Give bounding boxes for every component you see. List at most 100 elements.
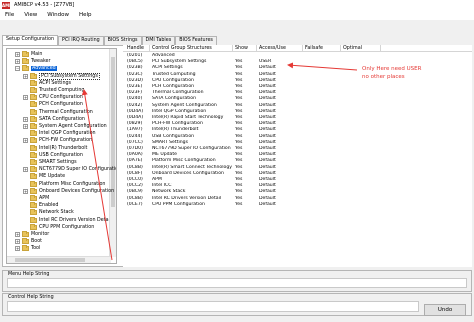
folder-icon — [22, 245, 29, 252]
column-header-failsafe[interactable]: Failsafe — [303, 45, 341, 52]
tree-item-label: Monitor — [31, 232, 50, 237]
folder-icon — [30, 151, 37, 158]
tree-item-intel-r-thunderbolt[interactable]: Intel(R) Thunderbolt — [23, 144, 88, 152]
folder-icon — [30, 108, 37, 115]
tree-vertical-thumb[interactable] — [111, 57, 115, 207]
tab-strip: Setup Configuration PCI IRQ Routing BIOS… — [2, 35, 217, 45]
column-header-handle[interactable]: Handle — [125, 45, 150, 52]
tree-item-system-agent-configuration[interactable]: + System Agent Configuration — [23, 123, 107, 130]
menu-view[interactable]: View — [19, 12, 42, 18]
folder-icon — [30, 173, 37, 180]
tree-item-onboard-devices-configuration[interactable]: + Onboard Devices Configuration — [23, 187, 115, 195]
expand-icon[interactable]: + — [15, 239, 20, 245]
tree-item-apm[interactable]: APM — [23, 195, 49, 202]
expand-icon[interactable]: + — [15, 246, 20, 252]
column-header-optimal[interactable]: Optimal — [341, 45, 381, 52]
tree-item-network-stack[interactable]: Network Stack — [23, 209, 74, 216]
tree-item-main[interactable]: + Main — [15, 51, 42, 58]
tree-item-label: Onboard Devices Configuration — [39, 188, 115, 194]
tree-item-label: Tool — [31, 246, 41, 252]
tab-dmi-tables[interactable]: DMI Tables — [141, 36, 176, 45]
expand-icon[interactable]: + — [15, 232, 20, 237]
tree-item-pch-configuration[interactable]: PCH Configuration — [23, 101, 83, 108]
expand-icon[interactable]: + — [23, 167, 28, 173]
tree-item-label: PCH Configuration — [39, 102, 83, 108]
annotation-note: Only Here need USER no other places — [362, 65, 421, 81]
column-header-control-group-structures[interactable]: Control Group Structures — [150, 45, 233, 52]
tree-item-thermal-configuration[interactable]: Thermal Configuration — [23, 108, 93, 116]
tree-item-sata-configuration[interactable]: + SATA Configuration — [23, 115, 85, 123]
menu-help-group: Menu Help String — [2, 270, 472, 292]
folder-icon — [30, 202, 37, 209]
show-cell: Yes — [235, 201, 243, 207]
failsafe-cell — [303, 202, 341, 208]
tree-item-smart-settings[interactable]: SMART Settings — [23, 159, 77, 166]
window-title: AMIBCP v4.53 - [Z77VB] — [14, 2, 75, 8]
folder-icon — [30, 180, 37, 187]
menu-file[interactable]: File — [0, 12, 19, 18]
tree-item-label: System Agent Configuration — [39, 124, 107, 129]
column-header-access-use[interactable]: Access/Use — [257, 45, 303, 52]
tab-bios-strings[interactable]: BIOS Strings — [103, 36, 142, 45]
tree-item-advanced[interactable]: − Advanced — [15, 65, 57, 72]
structure-cell: CPU PPM Configuration — [152, 201, 205, 207]
expand-icon[interactable]: + — [23, 188, 28, 194]
tree-item-acpi-settings[interactable]: ACPI Settings — [23, 79, 72, 87]
tree-vertical-scrollbar[interactable] — [109, 49, 116, 257]
app-icon: AMI — [2, 1, 11, 9]
tree-item-boot[interactable]: + Boot — [15, 238, 42, 245]
tree-horizontal-thumb[interactable] — [15, 258, 85, 262]
folder-icon — [30, 137, 37, 144]
tab-pci-irq-routing[interactable]: PCI IRQ Routing — [58, 36, 104, 45]
folder-icon — [30, 195, 37, 201]
tree-item-monitor[interactable]: + Monitor — [15, 231, 49, 238]
tree-item-cpu-configuration[interactable]: + CPU Configuration — [23, 94, 83, 101]
collapse-icon[interactable]: − — [15, 66, 20, 72]
annotation-line-1: Only Here need USER — [362, 66, 422, 72]
tree-item-tweaker[interactable]: + Tweaker — [15, 58, 50, 65]
tree-horizontal-scrollbar[interactable] — [7, 256, 111, 263]
menu-help[interactable]: Help — [74, 12, 97, 18]
tree-item-label: ME Update — [39, 174, 66, 180]
optimal-cell — [341, 202, 381, 208]
tree-item-platform-misc-configuration[interactable]: Platform Misc Configuration — [23, 180, 105, 188]
tree-item-enabled[interactable]: Enabled — [23, 202, 58, 209]
expand-icon[interactable]: + — [23, 138, 28, 144]
menu-bar: File View Window Help — [0, 10, 474, 20]
column-header-show[interactable]: Show — [233, 45, 257, 52]
expand-icon[interactable]: + — [15, 52, 20, 57]
handle-cell: (0CE7) — [127, 201, 143, 207]
tree-item-usb-configuration[interactable]: USB Configuration — [23, 151, 83, 159]
folder-icon — [30, 144, 37, 151]
setup-tree[interactable]: + Main + Tweaker − Advanced + PCI Subsystem Set… — [6, 48, 117, 264]
undo-button[interactable]: Undo — [424, 304, 466, 316]
tree-item-pch-fw-configuration[interactable]: + PCH-FW Configuration — [23, 137, 92, 144]
tree-item-label: Intel(R) Thunderbolt — [39, 145, 88, 151]
expand-icon[interactable]: + — [23, 73, 28, 79]
tab-bios-features[interactable]: BIOS Features — [175, 36, 217, 45]
title-bar: AMI AMIBCP v4.53 - [Z77VB] — [0, 0, 474, 10]
expand-icon[interactable]: + — [15, 59, 20, 65]
expand-icon[interactable]: + — [23, 95, 28, 101]
tree-item-label: ACPI Settings — [39, 80, 72, 86]
tab-setup-configuration[interactable]: Setup Configuration — [2, 35, 59, 45]
tree-item-tool[interactable]: + Tool — [15, 245, 40, 252]
tree-item-label: Advanced — [31, 66, 57, 72]
expand-icon[interactable]: + — [23, 116, 28, 122]
tree-item-me-update[interactable]: ME Update — [23, 173, 65, 180]
tree-item-intel-rc-drivers-version-deta[interactable]: Intel RC Drivers Version Deta — [23, 216, 109, 224]
tree-item-label: Main — [31, 52, 43, 57]
menu-window[interactable]: Window — [42, 12, 74, 18]
folder-icon — [30, 187, 37, 194]
folder-icon — [30, 87, 37, 93]
tree-item-cpu-ppm-configuration[interactable]: CPU PPM Configuration — [23, 223, 94, 231]
tree-item-pci-subsystem-settings[interactable]: + PCI Subsystem Settings — [23, 72, 100, 80]
folder-icon — [22, 231, 29, 237]
expand-icon[interactable]: + — [23, 124, 28, 129]
table-row[interactable]: (0CE7) CPU PPM Configuration Yes Default — [123, 202, 472, 208]
tree-item-trusted-computing[interactable]: Trusted Computing — [23, 87, 84, 94]
tree-item-label: Tweaker — [31, 59, 51, 65]
tree-item-intel-qgp-configuration[interactable]: Intel QGP Configuration — [23, 130, 96, 137]
tree-item-nct6779d-super-io-configuration[interactable]: + NCT6779D Super IO Configuration — [23, 166, 116, 173]
folder-icon — [30, 130, 37, 137]
